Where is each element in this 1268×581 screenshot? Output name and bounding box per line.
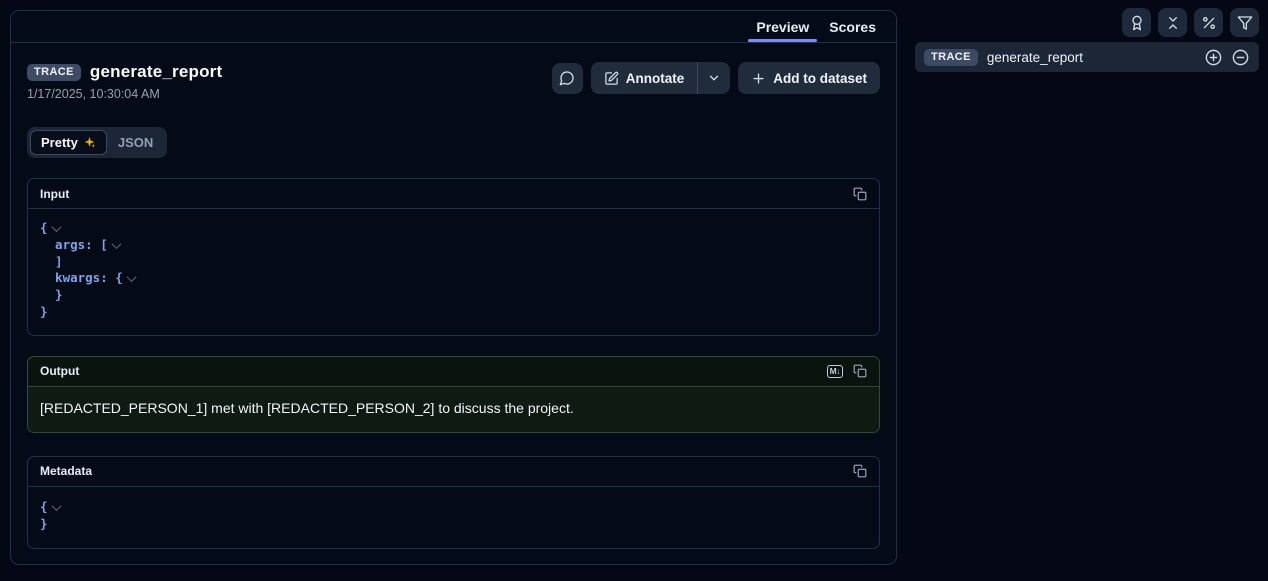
filter-button[interactable]: [1230, 8, 1259, 37]
trace-tree-title: generate_report: [987, 50, 1195, 65]
plus-icon: [751, 71, 766, 86]
scores-display-button[interactable]: [1194, 8, 1223, 37]
chevron-down-icon[interactable]: [126, 272, 136, 282]
pen-square-icon: [604, 71, 619, 86]
code-line: kwargs: {: [40, 270, 867, 287]
code-line: {: [40, 220, 867, 237]
tab-preview[interactable]: Preview: [746, 11, 819, 42]
add-to-dataset-button[interactable]: Add to dataset: [738, 62, 880, 94]
collapse-node-button[interactable]: [1231, 48, 1250, 67]
code-line: {: [40, 499, 867, 516]
sparkles-icon: [83, 136, 96, 149]
trace-header: TRACE generate_report 1/17/2025, 10:30:0…: [11, 43, 896, 101]
annotate-dropdown-button[interactable]: [698, 62, 730, 94]
output-card-title: Output: [40, 364, 79, 378]
toggle-json[interactable]: JSON: [107, 130, 164, 155]
chevron-down-icon[interactable]: [51, 222, 61, 232]
percent-icon: [1201, 15, 1217, 31]
copy-output-button[interactable]: [853, 364, 867, 378]
annotate-button[interactable]: Annotate: [591, 62, 698, 94]
tab-scores[interactable]: Scores: [819, 11, 886, 42]
tab-bar: Preview Scores: [11, 11, 896, 43]
circle-minus-icon: [1231, 48, 1250, 67]
pretty-label: Pretty: [41, 135, 78, 150]
annotate-label: Annotate: [626, 71, 685, 86]
chevron-down-icon[interactable]: [111, 239, 121, 249]
collapse-vertical-icon: [1165, 15, 1181, 31]
copy-icon: [853, 187, 867, 201]
input-code: { args: [ ] kwargs: { }}: [28, 209, 879, 335]
trace-type-badge: TRACE: [924, 49, 978, 66]
input-card: Input { args: [ ] kwargs: { }}: [27, 178, 880, 336]
copy-icon: [853, 464, 867, 478]
comment-button[interactable]: [552, 63, 583, 94]
annotation-queue-button[interactable]: [1122, 8, 1151, 37]
chevron-down-icon: [707, 71, 721, 85]
chevron-down-icon[interactable]: [51, 501, 61, 511]
metadata-card: Metadata {}: [27, 456, 880, 550]
collapse-all-button[interactable]: [1158, 8, 1187, 37]
metadata-card-title: Metadata: [40, 464, 92, 478]
copy-input-button[interactable]: [853, 187, 867, 201]
output-card: Output M↓ [REDACTED_PERSON_1] met with […: [27, 356, 880, 433]
markdown-toggle-button[interactable]: M↓: [827, 365, 843, 378]
code-line: }: [40, 516, 867, 533]
code-line: }: [40, 287, 867, 304]
trace-tree-row[interactable]: TRACE generate_report: [915, 42, 1259, 72]
copy-metadata-button[interactable]: [853, 464, 867, 478]
trace-title: generate_report: [90, 62, 222, 82]
toggle-pretty[interactable]: Pretty: [30, 130, 107, 155]
markdown-icon: M↓: [827, 365, 843, 378]
output-content: [REDACTED_PERSON_1] met with [REDACTED_P…: [40, 400, 574, 416]
award-icon: [1129, 15, 1145, 31]
annotate-split-button: Annotate: [591, 62, 731, 94]
comment-icon: [559, 70, 575, 86]
view-mode-toggle: Pretty JSON: [27, 127, 167, 158]
code-line: }: [40, 304, 867, 321]
filter-icon: [1237, 15, 1253, 31]
add-to-dataset-label: Add to dataset: [773, 71, 867, 86]
code-line: args: [: [40, 237, 867, 254]
copy-icon: [853, 364, 867, 378]
trace-actions: Annotate Add to dataset: [552, 62, 880, 94]
code-line: ]: [40, 254, 867, 271]
trace-timestamp: 1/17/2025, 10:30:04 AM: [27, 87, 222, 101]
metadata-code: {}: [28, 487, 879, 549]
trace-preview-panel: Preview Scores TRACE generate_report 1/1…: [10, 10, 897, 565]
expand-all-button[interactable]: [1204, 48, 1223, 67]
trace-type-badge: TRACE: [27, 64, 81, 81]
toolbar-icons: [1122, 8, 1259, 37]
circle-plus-icon: [1204, 48, 1223, 67]
input-card-title: Input: [40, 187, 69, 201]
